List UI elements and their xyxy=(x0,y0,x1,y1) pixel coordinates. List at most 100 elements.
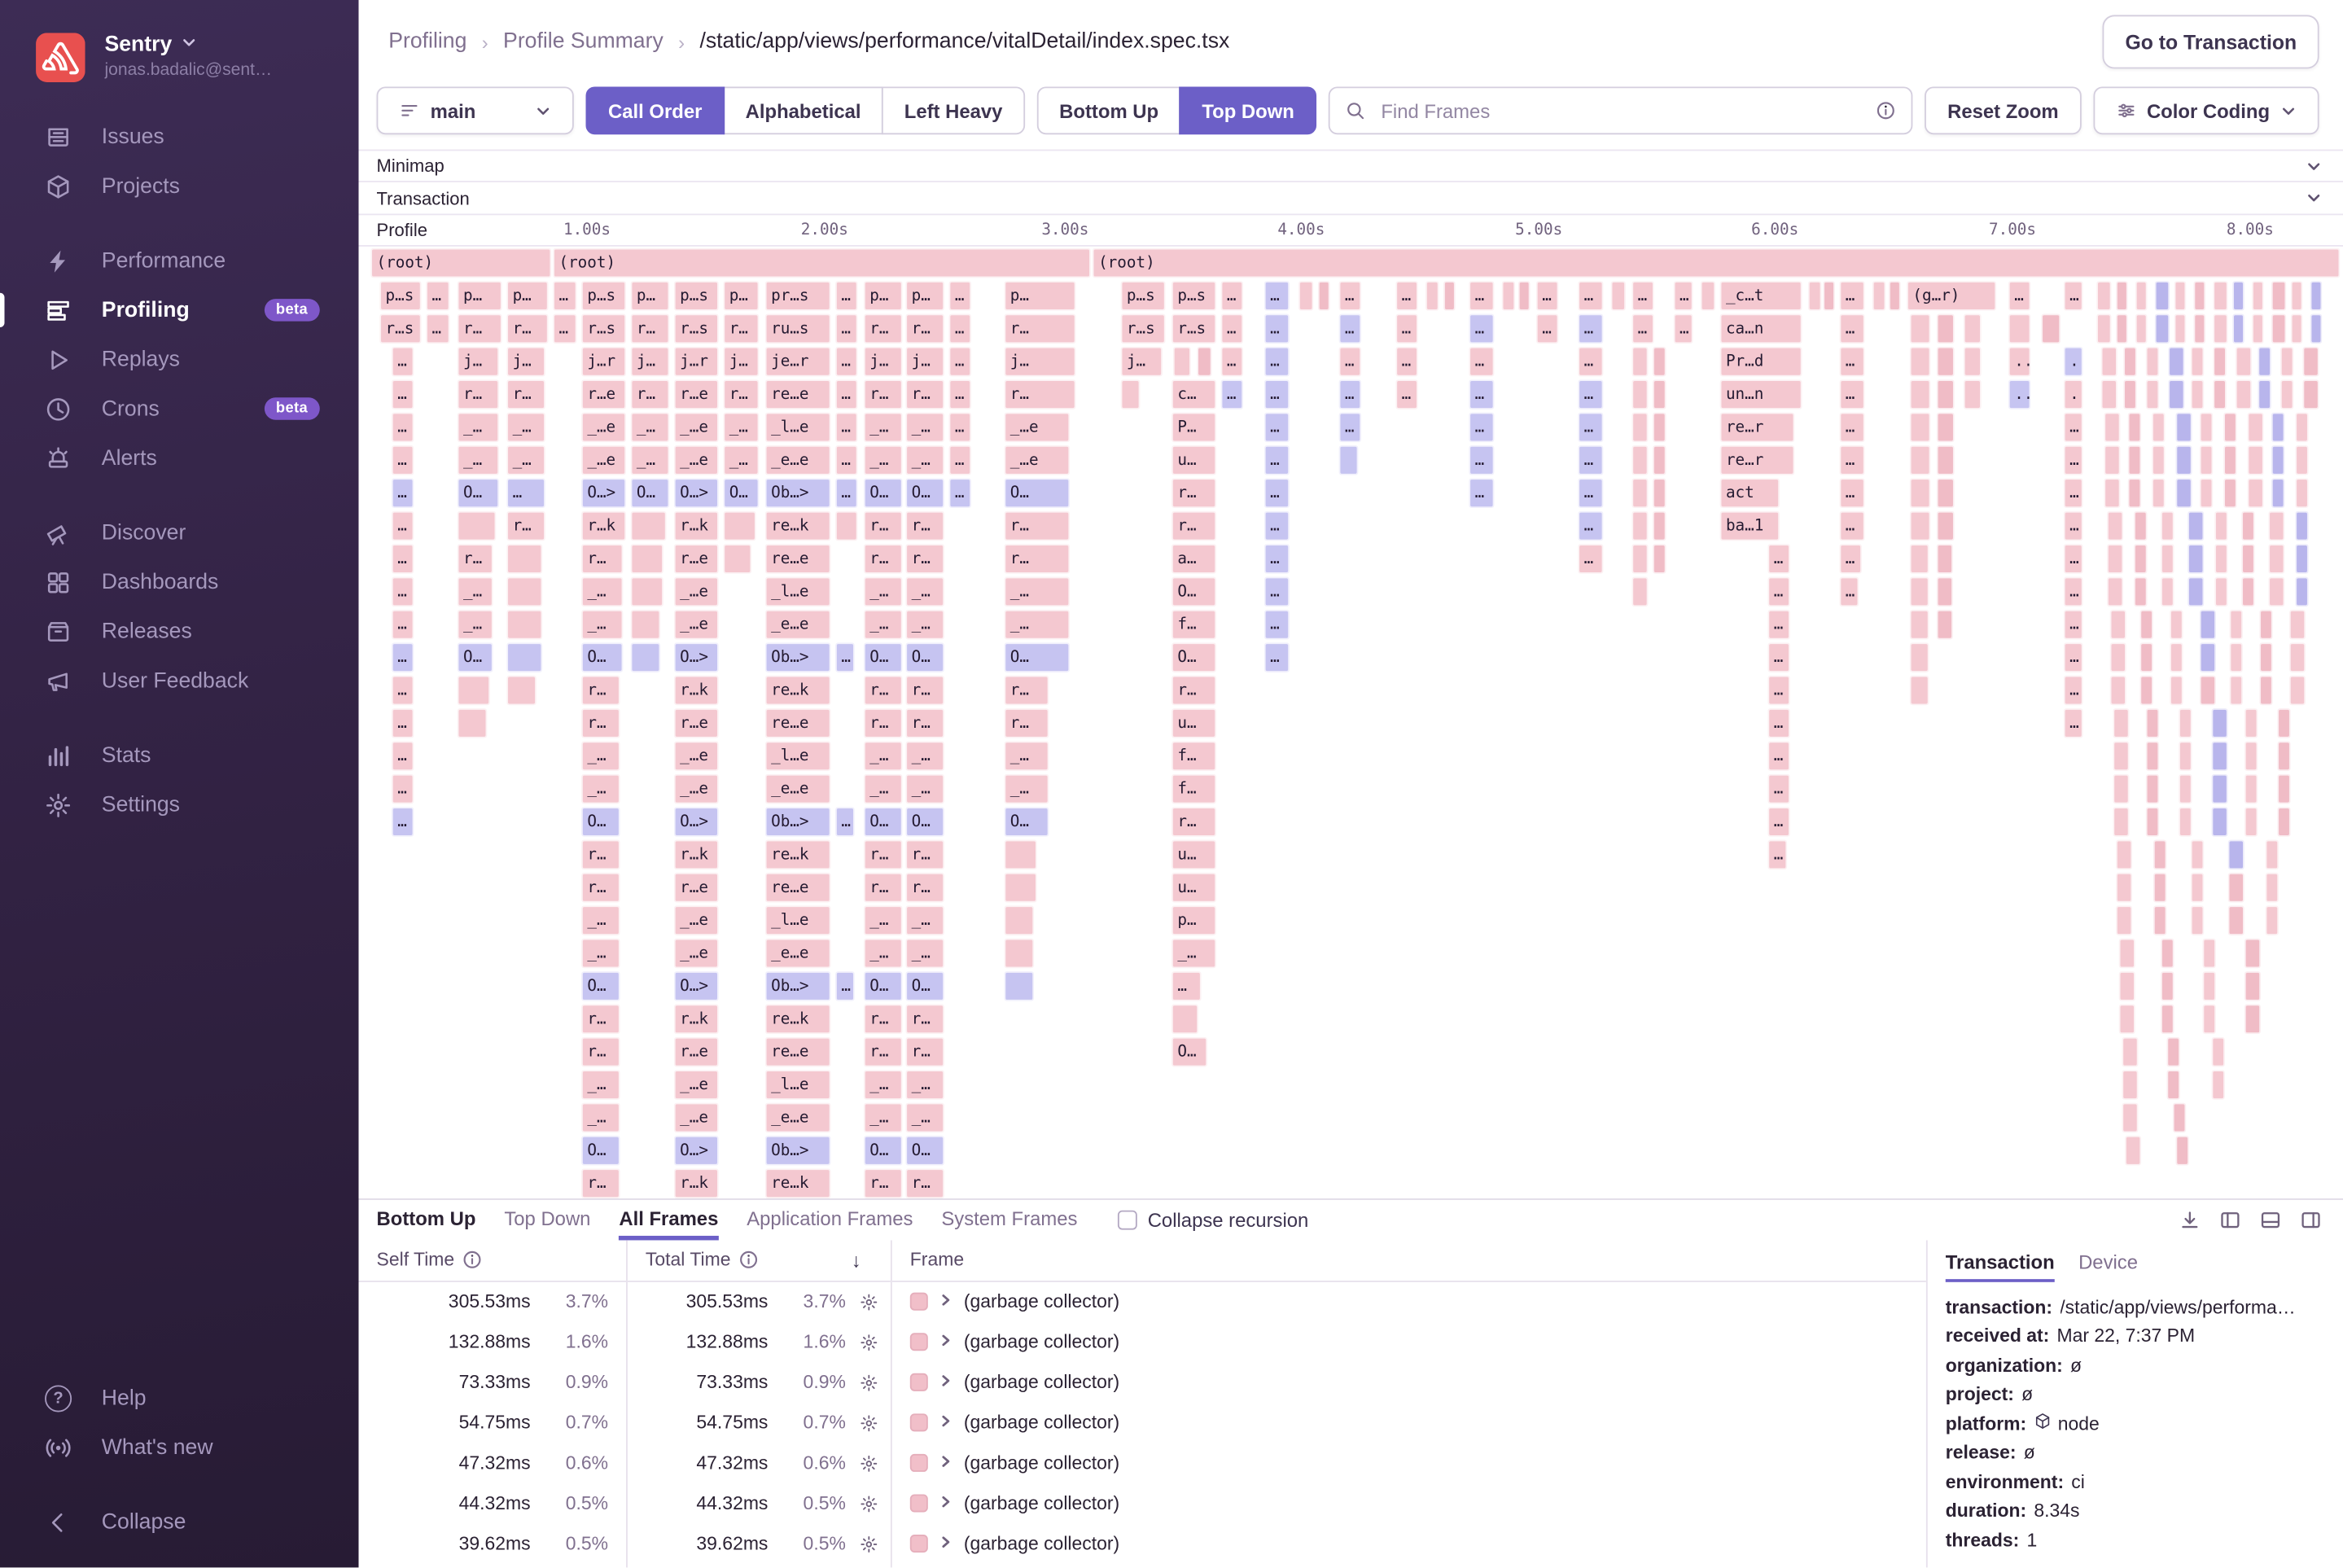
flame-block[interactable]: _… xyxy=(458,576,493,607)
flame-block[interactable] xyxy=(1653,379,1666,410)
flame-block[interactable]: O… xyxy=(905,478,944,509)
flame-block[interactable]: _… xyxy=(905,938,944,969)
flame-block[interactable]: … xyxy=(1767,741,1790,772)
flame-block[interactable]: re…e xyxy=(765,872,831,903)
flame-block[interactable]: u… xyxy=(1172,872,1216,903)
flame-block[interactable]: _… xyxy=(864,609,903,640)
flame-block[interactable] xyxy=(2268,544,2284,575)
flame-block[interactable]: r… xyxy=(905,313,944,344)
flame-block[interactable]: … xyxy=(1395,313,1418,344)
flame-block[interactable]: _… xyxy=(1004,773,1049,804)
flame-block[interactable]: j… xyxy=(631,346,670,377)
flame-block[interactable] xyxy=(2228,905,2244,936)
flame-block[interactable]: _… xyxy=(631,412,670,443)
flame-block[interactable]: … xyxy=(1674,313,1693,344)
flame-block[interactable]: r… xyxy=(1172,807,1216,838)
flame-block[interactable] xyxy=(2259,675,2273,706)
flame-block[interactable]: .. xyxy=(2064,346,2083,377)
self-time-header[interactable]: Self Time xyxy=(359,1240,627,1281)
flame-block[interactable] xyxy=(2228,839,2244,870)
flame-block[interactable]: _…e xyxy=(674,1070,719,1101)
flame-block[interactable] xyxy=(1004,938,1034,969)
flame-block[interactable]: … xyxy=(1578,510,1603,541)
flame-block[interactable] xyxy=(2155,280,2170,311)
flame-block[interactable]: r…s xyxy=(581,313,626,344)
flame-block[interactable]: r… xyxy=(905,510,944,541)
flame-block[interactable]: r… xyxy=(1004,379,1075,410)
flame-block[interactable]: .. xyxy=(2064,379,2083,410)
flame-block[interactable]: … xyxy=(1469,478,1494,509)
flame-block[interactable]: … xyxy=(1839,510,1864,541)
gear-icon[interactable] xyxy=(846,1332,891,1351)
table-row-total[interactable]: 305.53ms3.7% xyxy=(628,1281,891,1322)
reset-zoom-button[interactable]: Reset Zoom xyxy=(1925,86,2082,134)
flame-block[interactable]: O… xyxy=(1172,1036,1207,1067)
flame-block[interactable] xyxy=(2110,642,2126,673)
flame-block[interactable] xyxy=(2211,1036,2225,1067)
flame-block[interactable] xyxy=(2168,379,2184,410)
details-tab-device[interactable]: Device xyxy=(2078,1250,2138,1281)
flame-block[interactable]: … xyxy=(1631,313,1654,344)
flame-block[interactable] xyxy=(2191,839,2205,870)
flame-block[interactable]: O… xyxy=(581,1135,620,1166)
flame-block[interactable] xyxy=(2271,412,2285,443)
flame-block[interactable]: re…e xyxy=(765,1036,831,1067)
flame-block[interactable] xyxy=(2123,346,2137,377)
flame-block[interactable] xyxy=(2248,412,2264,443)
flame-block[interactable] xyxy=(2214,576,2228,607)
flame-block[interactable]: O… xyxy=(864,807,903,838)
flame-block[interactable]: r… xyxy=(506,510,545,541)
table-row-frame[interactable]: (garbage collector) xyxy=(892,1523,1926,1564)
flame-block[interactable]: r… xyxy=(1004,675,1049,706)
flame-block[interactable]: r… xyxy=(458,313,502,344)
flame-block[interactable] xyxy=(2289,609,2306,640)
flame-block[interactable] xyxy=(2146,346,2160,377)
flame-block[interactable] xyxy=(2179,707,2192,738)
flame-block[interactable] xyxy=(2252,280,2264,311)
alphabetical-button[interactable]: Alphabetical xyxy=(723,86,883,134)
flame-block[interactable]: … xyxy=(1578,346,1603,377)
flame-block[interactable]: r… xyxy=(723,313,759,344)
flame-block[interactable]: r… xyxy=(1004,313,1075,344)
flame-block[interactable] xyxy=(2223,445,2237,475)
flame-block[interactable]: _… xyxy=(581,1070,620,1101)
flame-block[interactable] xyxy=(2271,280,2286,311)
flame-block[interactable]: … xyxy=(1839,412,1864,443)
flame-block[interactable]: j… xyxy=(1004,346,1075,377)
flame-block[interactable]: _… xyxy=(905,1102,944,1133)
flame-block[interactable]: O…> xyxy=(674,1135,719,1166)
flame-block[interactable] xyxy=(2146,707,2160,738)
flame-block[interactable]: … xyxy=(1469,346,1494,377)
flame-block[interactable]: _… xyxy=(864,1102,903,1133)
flame-block[interactable]: f… xyxy=(1172,773,1216,804)
flame-block[interactable] xyxy=(2170,609,2183,640)
flame-block[interactable]: _…e xyxy=(674,609,719,640)
flame-block[interactable]: r… xyxy=(864,544,903,575)
flame-block[interactable] xyxy=(2153,839,2167,870)
flame-block[interactable] xyxy=(1631,379,1648,410)
flame-block[interactable]: … xyxy=(1767,773,1790,804)
flame-block[interactable]: … xyxy=(1264,609,1290,640)
flame-block[interactable]: _… xyxy=(864,741,903,772)
flame-block[interactable] xyxy=(2107,544,2123,575)
flame-block[interactable] xyxy=(2202,1004,2216,1035)
flame-block[interactable] xyxy=(2113,741,2129,772)
flame-block[interactable] xyxy=(2128,412,2142,443)
flame-block[interactable]: _… xyxy=(506,412,545,443)
flame-block[interactable] xyxy=(2244,741,2258,772)
flame-block[interactable]: … xyxy=(1395,280,1418,311)
flame-block[interactable]: _…e xyxy=(674,938,719,969)
flame-block[interactable]: … xyxy=(2064,675,2083,706)
flame-block[interactable]: r… xyxy=(864,1004,903,1035)
flame-block[interactable]: r… xyxy=(1172,510,1216,541)
flame-block[interactable] xyxy=(2135,313,2148,344)
flame-block[interactable]: j… xyxy=(1121,346,1163,377)
flame-block[interactable]: P… xyxy=(1172,412,1216,443)
tab-application-frames[interactable]: Application Frames xyxy=(747,1199,913,1240)
flame-block[interactable]: O… xyxy=(581,807,620,838)
flame-block[interactable]: … xyxy=(1839,576,1859,607)
flame-block[interactable] xyxy=(506,675,536,706)
flame-block[interactable] xyxy=(2295,478,2309,509)
flame-block[interactable]: … xyxy=(1839,445,1864,475)
flame-block[interactable] xyxy=(1502,280,1516,311)
